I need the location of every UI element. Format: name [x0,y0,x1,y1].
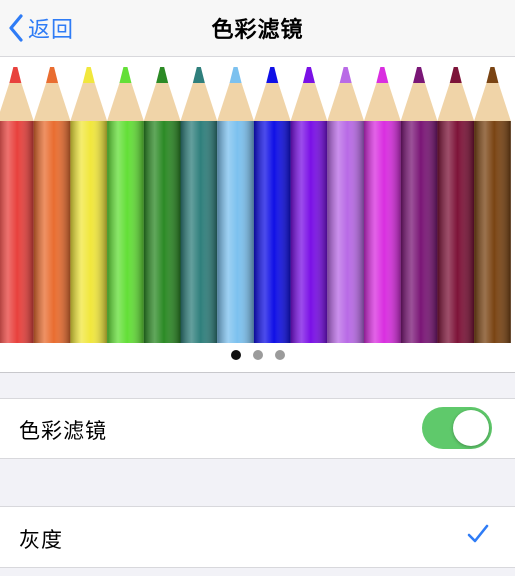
pencil [70,67,108,343]
navigation-bar: 返回 色彩滤镜 [0,0,515,57]
pencil [290,67,328,343]
pencil [180,67,218,343]
color-filter-label: 色彩滤镜 [19,419,107,443]
color-filter-preview[interactable] [0,57,515,373]
pencil [143,67,181,343]
page-dot[interactable] [274,350,285,360]
page-dot[interactable] [230,350,241,360]
pencil [400,67,438,343]
toggle-knob [453,410,489,446]
page-dot[interactable] [252,350,263,360]
pencil [253,67,291,343]
color-filter-toggle[interactable] [422,407,492,449]
option-grayscale[interactable]: 灰度 [0,506,515,568]
pencil [474,67,511,343]
pencil [327,67,364,343]
page-control[interactable] [0,350,515,362]
pencil [107,67,144,343]
checkmark-icon [467,524,489,543]
pencil [217,67,254,343]
pencil [364,67,401,343]
option-label: 灰度 [19,528,63,552]
pencil [437,67,475,343]
pencil [33,67,71,343]
pencil [0,67,34,343]
pencils-image [0,67,511,343]
color-filter-toggle-row: 色彩滤镜 [0,398,515,459]
page-title: 色彩滤镜 [211,18,304,43]
